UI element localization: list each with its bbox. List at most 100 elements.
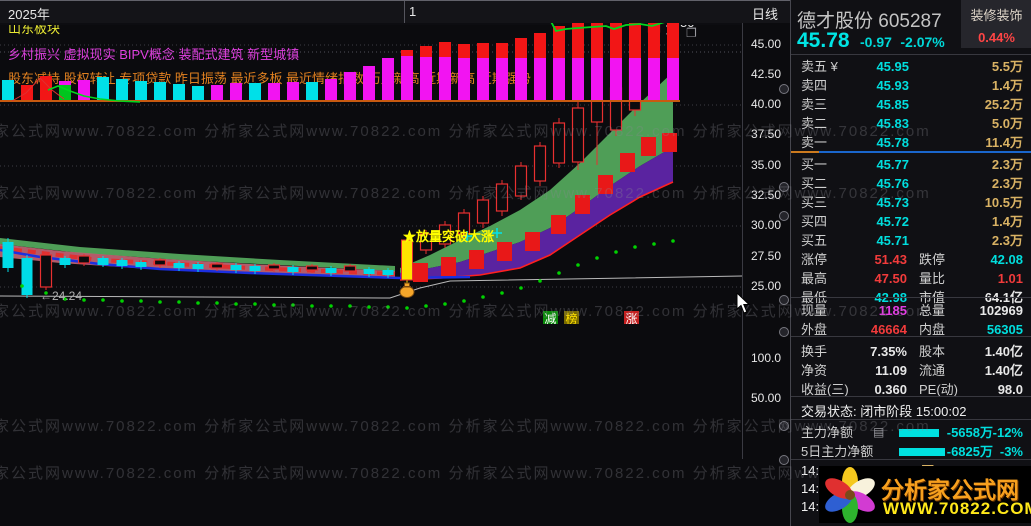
buy-row-1[interactable]: 买一 45.77 2.3万 (791, 155, 1031, 174)
stats-row: 现量 1185 总量 102969 (791, 301, 1031, 320)
book-volume: 2.3万 (991, 176, 1023, 191)
sell-row-3[interactable]: 卖三 45.85 25.2万 (791, 95, 1031, 114)
list-icon[interactable]: ▤ (873, 423, 884, 442)
sell-row-5[interactable]: 卖五 ¥ 45.95 5.5万 (791, 57, 1031, 76)
buy-row-2[interactable]: 买二 45.76 2.3万 (791, 174, 1031, 193)
axis-tick-label: 25.00 (750, 279, 782, 293)
signal-dot (614, 250, 618, 254)
candle (533, 145, 547, 182)
signal-dot (215, 301, 219, 305)
flow-pct: -12% (992, 425, 1023, 440)
signal-dot (82, 298, 86, 302)
signal-dot (443, 302, 447, 306)
candle (2, 242, 14, 268)
moneybag-icon (399, 286, 415, 298)
step-block (641, 137, 656, 156)
book-price: 45.72 (876, 214, 909, 229)
stats-row: 净资 11.09 流通 1.40亿 (791, 361, 1031, 380)
candle (135, 262, 147, 267)
mid-divider-blue (819, 151, 1031, 153)
signal-dot (253, 302, 257, 306)
divider (791, 54, 1031, 55)
signal-dot (538, 279, 542, 283)
book-volume: 25.2万 (984, 97, 1023, 112)
event-badge-text: 榜 (565, 311, 577, 324)
book-volume: 10.5万 (984, 195, 1023, 210)
sell-row-1[interactable]: 卖一 45.78 11.4万 (791, 133, 1031, 152)
candle (382, 270, 394, 275)
time-axis: 2025年 1 日线 (0, 0, 790, 23)
row-marker-dot (779, 455, 789, 465)
signal-dot (424, 304, 428, 308)
stat-label: 总量 (919, 303, 946, 318)
sell-row-4[interactable]: 卖四 45.93 1.4万 (791, 76, 1031, 95)
signal-dot (405, 306, 409, 310)
indicator-bar (116, 79, 128, 100)
period-label[interactable]: 日线 (752, 4, 778, 23)
indicator-bar (667, 58, 679, 100)
row-marker-dot (779, 182, 789, 192)
event-badge-text: 减 (544, 312, 556, 324)
book-label: 卖三 (801, 97, 828, 112)
candle (571, 107, 585, 163)
indicator-bar (287, 82, 299, 100)
candle (230, 265, 242, 270)
candle (59, 258, 71, 265)
timeline-year: 2025年 (8, 7, 50, 22)
divider (791, 396, 1031, 397)
buy-row-4[interactable]: 买四 45.72 1.4万 (791, 212, 1031, 231)
indicator-bar (610, 18, 622, 58)
book-price: 45.77 (876, 157, 909, 172)
candle (39, 254, 53, 288)
indicator-bar (553, 58, 565, 100)
axis-tick-label: 100.0 (750, 351, 782, 365)
signal-dot (519, 286, 523, 290)
flow-value: -5658万 (946, 425, 993, 440)
buy-row-3[interactable]: 买三 45.73 10.5万 (791, 193, 1031, 212)
step-block (469, 250, 484, 269)
stat-value: 11.09 (875, 363, 907, 378)
timeline-divider (404, 1, 405, 23)
red-signal-line (11, 77, 65, 102)
indicator-bar (211, 85, 223, 100)
signal-dot (272, 303, 276, 307)
signal-dot (329, 304, 333, 308)
indicator-bar (268, 83, 280, 100)
signal-dot (196, 301, 200, 305)
buy-row-5[interactable]: 买五 45.71 2.3万 (791, 231, 1031, 250)
price-change: -0.97 (860, 34, 892, 50)
candle (249, 266, 261, 271)
price-change-pct: -2.07% (900, 34, 945, 50)
sell-row-2[interactable]: 卖二 45.83 5.0万 (791, 114, 1031, 133)
book-price: 45.85 (876, 97, 909, 112)
book-label: 买三 (801, 195, 828, 210)
logo-text-url: WWW.70822.COM (883, 499, 1031, 518)
signal-dot (557, 271, 561, 275)
industry-change-pct: 0.44% (978, 30, 1015, 45)
stat-value: 51.43 (874, 252, 907, 267)
candle (267, 264, 281, 270)
indicator-bar (420, 57, 432, 100)
row-marker-dot (779, 211, 789, 221)
industry-block[interactable]: 装修装饰 0.44% (961, 0, 1031, 48)
step-block (575, 195, 590, 214)
candle (116, 260, 128, 266)
candle (153, 259, 167, 266)
book-label: 买四 (801, 214, 828, 229)
candle (210, 263, 224, 269)
axis-tick-label: 45.00 (750, 37, 782, 51)
candle (287, 267, 299, 272)
stat-label: 流通 (919, 363, 946, 378)
book-price: 45.93 (876, 78, 909, 93)
candle (192, 264, 204, 269)
candle (476, 199, 490, 224)
indicator-bar (306, 82, 318, 100)
stat-label: 量比 (919, 271, 946, 286)
signal-dot (595, 256, 599, 260)
signal-dot (500, 291, 504, 295)
stat-label: 跌停 (919, 252, 946, 267)
book-price: 45.76 (876, 176, 909, 191)
signal-dot (481, 295, 485, 299)
indicator-bar (534, 58, 546, 100)
divider (791, 336, 1031, 337)
